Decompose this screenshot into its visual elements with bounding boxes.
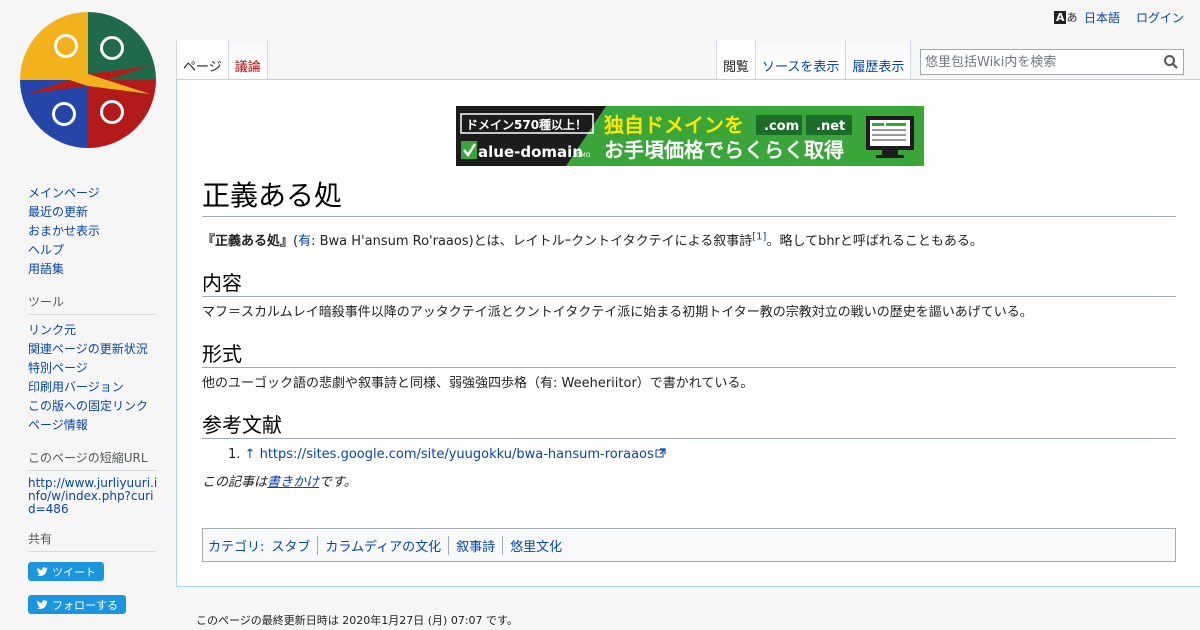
sidebar-navigation: メインページ 最近の更新 おまかせ表示 ヘルプ 用語集 — [0, 184, 176, 279]
content-area: ドメイン570種以上！ 独自ドメインを .com .net alue-domai… — [176, 79, 1200, 587]
external-link-icon — [655, 446, 666, 458]
section-heading-references: 参考文献 — [202, 412, 1176, 439]
reference-backlink[interactable]: ↑ — [245, 447, 256, 462]
search-input[interactable] — [921, 50, 1151, 74]
share-heading: 共有 — [28, 530, 156, 552]
category-links: カテゴリ: スタブ カラムディアの文化 叙事詩 悠里文化 — [202, 528, 1176, 562]
search-box — [920, 49, 1184, 75]
sidebar-item-special-pages[interactable]: 特別ページ — [28, 361, 88, 375]
login-link[interactable]: ログイン — [1136, 9, 1184, 26]
reference-link[interactable]: [1] — [752, 232, 766, 243]
tab-read[interactable]: 閲覧 — [716, 40, 756, 80]
twitter-bird-icon — [37, 599, 48, 609]
twitter-bird-icon — [37, 566, 48, 576]
sidebar-item-random[interactable]: おまかせ表示 — [28, 224, 100, 238]
lang-abbrev-link[interactable]: 有 — [298, 234, 311, 249]
banner-headline: 独自ドメインを — [604, 113, 744, 137]
banner-brand-suffix: .GMO — [574, 152, 591, 159]
reference-list: 1. ↑ https://sites.google.com/site/yuugo… — [202, 445, 1176, 465]
sidebar-item-glossary[interactable]: 用語集 — [28, 262, 64, 276]
tweet-button[interactable]: ツイート — [28, 562, 104, 581]
short-url-heading: このページの短縮URL — [28, 449, 156, 471]
ad-banner[interactable]: ドメイン570種以上！ 独自ドメインを .com .net alue-domai… — [456, 106, 924, 166]
banner-check-icon — [461, 141, 477, 159]
article-body: 『正義ある処』(有: Bwa H'ansum Ro'raaos)とは、レイトルｰ… — [202, 232, 1176, 503]
sidebar-item-printable[interactable]: 印刷用バージョン — [28, 380, 124, 394]
sidebar-item-what-links-here[interactable]: リンク元 — [28, 323, 76, 337]
banner-tld-net: .net — [816, 119, 845, 134]
reference-number: 1. — [228, 447, 241, 462]
footer-last-modified: このページの最終更新日時は 2020年1月27日 (月) 07:07 です。 — [196, 614, 518, 627]
category-yuuri-culture[interactable]: 悠里文化 — [502, 535, 569, 555]
tab-view-source[interactable]: ソースを表示 — [755, 40, 846, 80]
banner-badge: ドメイン570種以上！ — [466, 117, 587, 132]
categories-label[interactable]: カテゴリ: — [208, 536, 264, 555]
sidebar-tools: ツール リンク元 関連ページの更新状況 特別ページ 印刷用バージョン この版への… — [0, 293, 176, 435]
tab-page[interactable]: ページ — [176, 40, 228, 80]
search-icon[interactable] — [1163, 54, 1179, 70]
logo-emblem — [20, 12, 156, 148]
sidebar-item-help[interactable]: ヘルプ — [28, 243, 64, 257]
lead-paragraph: 『正義ある処』(有: Bwa H'ansum Ro'raaos)とは、レイトルｰ… — [202, 231, 983, 249]
stub-notice: この記事は書きかけです。 — [202, 475, 357, 490]
sidebar-short-url: このページの短縮URL http://www.jurliyuuri.info/w… — [0, 449, 176, 516]
reference-url[interactable]: https://sites.google.com/site/yuugokku/b… — [260, 447, 654, 462]
section-text-form: 他のユーゴック語の悲劇や叙事詩と同様、弱強強四歩格（有: Weeheriitor… — [202, 376, 754, 391]
section-heading-form: 形式 — [202, 341, 1176, 368]
language-icon[interactable]: Aあ — [1053, 10, 1078, 25]
category-stub[interactable]: スタブ — [264, 536, 317, 555]
sidebar-share: 共有 ツイート フォローする — [0, 530, 176, 624]
sidebar-item-permalink[interactable]: この版への固定リンク — [28, 399, 148, 413]
category-epic[interactable]: 叙事詩 — [448, 535, 502, 555]
sidebar-item-related-changes[interactable]: 関連ページの更新状況 — [28, 342, 148, 356]
banner-tld-com: .com — [764, 119, 799, 134]
tools-heading: ツール — [28, 293, 156, 315]
banner-tagline: お手頃価格でらくらく取得 — [604, 138, 844, 162]
section-heading-content: 内容 — [202, 270, 1176, 297]
sidebar: メインページ 最近の更新 おまかせ表示 ヘルプ 用語集 ツール リンク元 関連ペ… — [0, 180, 176, 630]
site-logo[interactable] — [18, 10, 158, 150]
stub-link[interactable]: 書きかけ — [267, 475, 319, 490]
section-text-content: マフ＝スカルムレイ暗殺事件以降のアッタクテイ派とクントイタクテイ派に始まる初期ト… — [202, 305, 1033, 320]
tab-history[interactable]: 履歴表示 — [845, 40, 912, 80]
language-link[interactable]: 日本語 — [1084, 9, 1120, 26]
sidebar-item-main-page[interactable]: メインページ — [28, 186, 100, 200]
tab-talk[interactable]: 議論 — [227, 40, 268, 80]
short-url-link[interactable]: http://www.jurliyuuri.info/w/index.php?c… — [28, 477, 160, 516]
namespace-tabs: ページ 議論 — [176, 40, 268, 80]
sidebar-item-page-info[interactable]: ページ情報 — [28, 418, 88, 432]
page-title: 正義ある処 — [202, 178, 1176, 217]
view-tabs: 閲覧 ソースを表示 履歴表示 — [716, 40, 912, 80]
personal-tools: Aあ 日本語 ログイン — [1053, 9, 1184, 26]
category-calmdia-culture[interactable]: カラムディアの文化 — [317, 535, 448, 555]
follow-button[interactable]: フォローする — [28, 595, 126, 614]
sidebar-item-recent-changes[interactable]: 最近の更新 — [28, 205, 88, 219]
banner-brand: alue-domain — [478, 143, 583, 161]
